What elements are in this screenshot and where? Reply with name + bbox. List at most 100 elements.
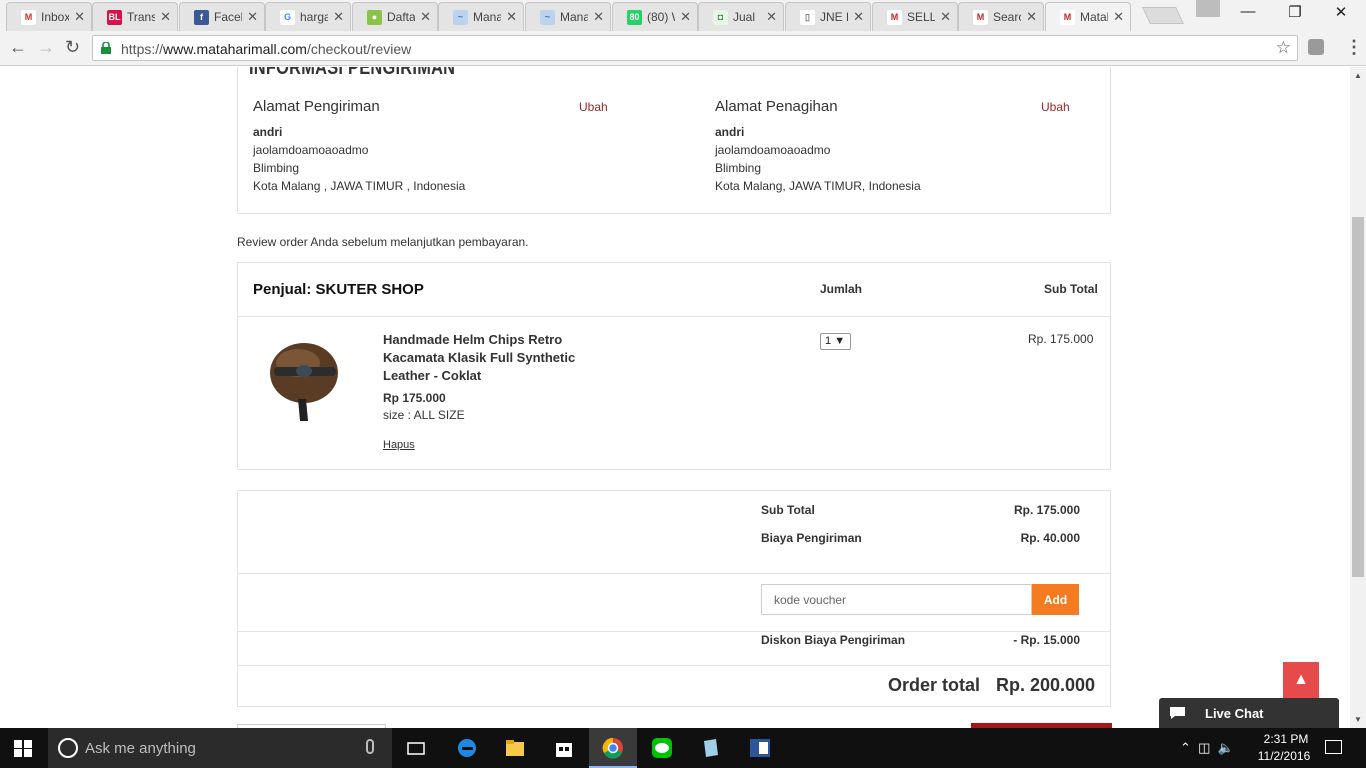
tab-close-icon[interactable]: ✕ xyxy=(74,9,85,25)
tab-title: JNE Express xyxy=(820,10,848,24)
cortana-icon xyxy=(58,738,78,758)
taskbar-app[interactable] xyxy=(687,728,735,768)
quantity-select[interactable]: 1 ▼ xyxy=(820,333,851,350)
browser-tab[interactable]: ● Daftar ✕ xyxy=(352,2,438,31)
browser-tab[interactable]: M SELLER ✕ xyxy=(872,2,958,31)
minimize-icon[interactable]: — xyxy=(1225,3,1271,20)
close-window-icon[interactable]: ✕ xyxy=(1318,3,1364,21)
live-chat-label: Live Chat xyxy=(1205,706,1264,721)
browser-tab[interactable]: Gharga ✕ xyxy=(265,2,351,31)
back-icon[interactable]: ← xyxy=(9,37,27,58)
scroll-up-arrow-icon[interactable]: ▲ xyxy=(1354,71,1362,80)
scrollbar-thumb[interactable] xyxy=(1352,217,1364,577)
add-voucher-button[interactable]: Add xyxy=(1032,584,1079,615)
edit-billing-address-link[interactable]: Ubah xyxy=(1041,100,1070,114)
tab-close-icon[interactable]: ✕ xyxy=(420,9,431,25)
browser-tab[interactable]: BL Transaksi ✕ xyxy=(92,2,178,31)
order-total-value: Rp. 200.000 xyxy=(996,675,1096,695)
shipping-name: andri xyxy=(253,125,283,139)
browser-tab[interactable]: ▯ JNE Express ✕ xyxy=(785,2,871,31)
tab-favicon-icon: ▯ xyxy=(800,10,815,25)
tab-title: Inbox xyxy=(41,10,69,24)
tab-title: Transaksi xyxy=(127,10,155,24)
taskbar-chrome[interactable] xyxy=(589,728,637,768)
browser-tab[interactable]: ~ Manage ✕ xyxy=(525,2,611,31)
microphone-icon[interactable] xyxy=(366,739,374,754)
billing-city: Kota Malang, JAWA TIMUR, Indonesia xyxy=(715,179,921,193)
reload-icon[interactable]: ↻ xyxy=(65,37,80,58)
voucher-code-input[interactable] xyxy=(761,584,1032,615)
chrome-icon xyxy=(602,737,623,759)
order-total-label: Order total xyxy=(888,675,981,695)
windows-start-icon[interactable] xyxy=(14,740,32,757)
chat-bubble-icon xyxy=(1170,707,1185,719)
taskbar-word[interactable] xyxy=(736,728,784,768)
restore-icon[interactable]: ❐ xyxy=(1272,3,1318,21)
scroll-to-top-button[interactable]: ▲ xyxy=(1283,662,1319,698)
browser-tab[interactable]: 80 (80) WhatsApp ✕ xyxy=(612,2,698,31)
task-view-button[interactable] xyxy=(392,728,440,768)
scroll-down-arrow-icon[interactable]: ▼ xyxy=(1354,715,1362,724)
shipping-street: jaolamdoamoaoadmo xyxy=(253,143,369,157)
shipping-city: Kota Malang , JAWA TIMUR , Indonesia xyxy=(253,179,466,193)
bookmark-star-icon[interactable]: ☆ xyxy=(1276,38,1291,58)
tab-favicon-icon: G xyxy=(280,10,295,25)
tab-close-icon[interactable]: ✕ xyxy=(1113,9,1124,25)
tab-close-icon[interactable]: ✕ xyxy=(940,9,951,25)
menu-icon[interactable]: ⋮ xyxy=(1345,37,1363,58)
qty-column-header: Jumlah xyxy=(820,282,863,296)
taskbar-file-explorer[interactable] xyxy=(491,728,539,768)
billing-address-heading: Alamat Penagihan xyxy=(715,98,838,115)
tab-close-icon[interactable]: ✕ xyxy=(680,9,691,25)
tab-favicon-icon: M xyxy=(973,10,988,25)
browser-tab[interactable]: ◘ Jual ✕ xyxy=(698,2,784,31)
shipping-discount-label: Diskon Biaya Pengiriman xyxy=(761,633,906,647)
live-chat-button[interactable]: Live Chat xyxy=(1159,698,1339,728)
forward-icon[interactable]: → xyxy=(37,37,55,58)
product-name-link[interactable]: Handmade Helm Chips Retro Kacamata Klasi… xyxy=(383,331,593,385)
profile-button[interactable] xyxy=(1196,0,1220,17)
browser-tab[interactable]: M Search ✕ xyxy=(958,2,1044,31)
tab-close-icon[interactable]: ✕ xyxy=(506,9,517,25)
chevron-up-icon: ▲ xyxy=(1293,671,1309,688)
browser-tab[interactable]: f Facebook ✕ xyxy=(179,2,265,31)
divider xyxy=(238,316,1110,317)
task-view-icon xyxy=(407,742,425,755)
tab-favicon-icon: f xyxy=(194,10,209,25)
tab-close-icon[interactable]: ✕ xyxy=(593,9,604,25)
clock-time[interactable]: 2:31 PM xyxy=(1262,732,1310,746)
word-icon xyxy=(750,739,770,757)
remove-item-link[interactable]: Hapus xyxy=(383,439,415,451)
item-subtotal: Rp. 175.000 xyxy=(1028,332,1094,346)
billing-name: andri xyxy=(715,125,745,139)
browser-tab[interactable]: ~ Manage ✕ xyxy=(438,2,524,31)
browser-tab[interactable]: M Inbox ✕ xyxy=(6,2,92,31)
tab-close-icon[interactable]: ✕ xyxy=(247,9,258,25)
taskbar-store[interactable] xyxy=(540,728,588,768)
tab-title: Jual xyxy=(733,10,756,24)
tab-title: Search xyxy=(993,10,1021,24)
taskbar-line[interactable] xyxy=(638,728,686,768)
line-app-icon xyxy=(652,738,672,758)
tab-close-icon[interactable]: ✕ xyxy=(160,9,171,25)
tab-close-icon[interactable]: ✕ xyxy=(1026,9,1037,25)
notification-center-icon[interactable] xyxy=(1325,740,1342,754)
shipping-section-title: INFORMASI PENGIRIMAN xyxy=(249,67,456,79)
extension-icon[interactable] xyxy=(1308,39,1324,55)
tab-close-icon[interactable]: ✕ xyxy=(853,9,864,25)
new-tab-button[interactable] xyxy=(1142,7,1184,24)
browser-tab[interactable]: M MatahariMall ✕ xyxy=(1045,2,1131,31)
product-image[interactable] xyxy=(268,337,340,422)
address-bar[interactable]: https://www.mataharimall.com/checkout/re… xyxy=(92,35,1298,61)
cortana-search-box[interactable]: Ask me anything xyxy=(48,728,392,768)
edit-shipping-address-link[interactable]: Ubah xyxy=(579,100,608,114)
clock-date[interactable]: 11/2/2016 xyxy=(1256,749,1312,763)
shipping-address-heading: Alamat Pengiriman xyxy=(253,98,380,115)
system-tray-icons[interactable]: ⌃ ◫ 🔈 xyxy=(1180,740,1234,756)
taskbar-edge[interactable] xyxy=(443,728,491,768)
page-scrollbar[interactable]: ▲ ▼ xyxy=(1350,67,1366,728)
tab-close-icon[interactable]: ✕ xyxy=(333,9,344,25)
billing-district: Blimbing xyxy=(715,161,762,175)
subtotal-value: Rp. 175.000 xyxy=(1013,503,1080,517)
tab-close-icon[interactable]: ✕ xyxy=(766,9,777,25)
